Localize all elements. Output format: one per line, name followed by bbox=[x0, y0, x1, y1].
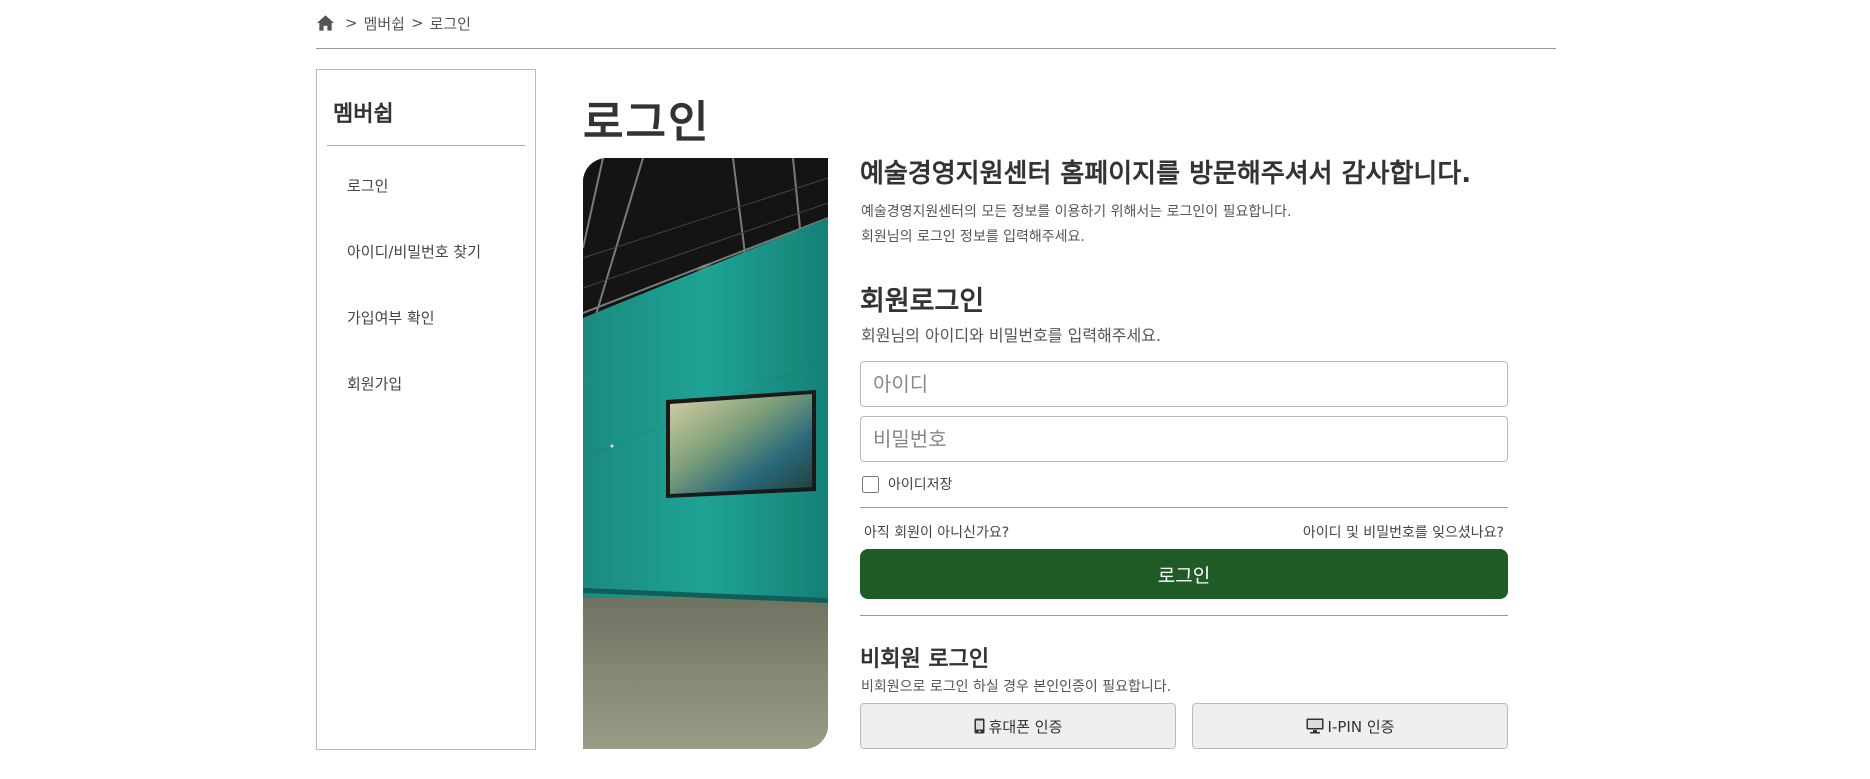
mobile-phone-icon bbox=[974, 718, 985, 734]
monitor-icon bbox=[1306, 718, 1324, 734]
gallery-photo bbox=[583, 158, 828, 749]
header-divider bbox=[316, 48, 1556, 49]
ipin-verification-button[interactable]: I-PIN 인증 bbox=[1192, 703, 1508, 749]
intro-text-line2: 회원님의 로그인 정보를 입력해주세요. bbox=[861, 229, 1085, 245]
guest-login-desc: 비회원으로 로그인 하실 경우 본인인증이 필요합니다. bbox=[861, 679, 1172, 695]
save-id-checkbox[interactable] bbox=[862, 475, 879, 493]
breadcrumb-separator: > bbox=[410, 14, 424, 32]
breadcrumb: > 멤버쉽 > 로그인 bbox=[316, 12, 471, 34]
password-input[interactable] bbox=[860, 416, 1508, 462]
breadcrumb-item-login[interactable]: 로그인 bbox=[430, 13, 471, 34]
guest-login-title: 비회원 로그인 bbox=[860, 647, 990, 672]
ipin-verification-label: I-PIN 인증 bbox=[1327, 717, 1395, 736]
sidebar-item-check-membership[interactable]: 가입여부 확인 bbox=[347, 307, 435, 328]
home-icon[interactable] bbox=[316, 14, 335, 32]
sidebar-item-login[interactable]: 로그인 bbox=[347, 175, 388, 196]
user-id-input[interactable] bbox=[860, 361, 1508, 407]
breadcrumb-item-membership[interactable]: 멤버쉽 bbox=[364, 13, 405, 34]
guest-section-divider bbox=[860, 615, 1508, 616]
save-id-label: 아이디저장 bbox=[888, 477, 953, 493]
page-title: 로그인 bbox=[583, 97, 711, 148]
login-form-divider bbox=[860, 507, 1508, 508]
intro-text-line1: 예술경영지원센터의 모든 정보를 이용하기 위해서는 로그인이 필요합니다. bbox=[861, 204, 1292, 220]
sidebar-title: 멤버쉽 bbox=[333, 102, 394, 127]
sidebar-divider bbox=[327, 145, 525, 146]
forgot-credentials-link[interactable]: 아이디 및 비밀번호를 잊으셨나요? bbox=[1303, 522, 1504, 542]
login-button[interactable]: 로그인 bbox=[860, 549, 1508, 599]
save-id-row[interactable]: 아이디저장 bbox=[862, 474, 952, 494]
sidebar-item-signup[interactable]: 회원가입 bbox=[347, 373, 402, 394]
sidebar-item-find-account[interactable]: 아이디/비밀번호 찾기 bbox=[347, 241, 481, 262]
phone-verification-button[interactable]: 휴대폰 인증 bbox=[860, 703, 1176, 749]
member-login-desc: 회원님의 아이디와 비밀번호를 입력해주세요. bbox=[861, 326, 1162, 345]
welcome-heading: 예술경영지원센터 홈페이지를 방문해주셔서 감사합니다. bbox=[860, 159, 1472, 189]
phone-verification-label: 휴대폰 인증 bbox=[988, 717, 1063, 736]
sidebar: 멤버쉽 로그인 아이디/비밀번호 찾기 가입여부 확인 회원가입 bbox=[316, 69, 536, 750]
breadcrumb-separator: > bbox=[345, 14, 358, 32]
member-login-title: 회원로그인 bbox=[860, 286, 985, 317]
signup-link[interactable]: 아직 회원이 아니신가요? bbox=[864, 522, 1009, 542]
